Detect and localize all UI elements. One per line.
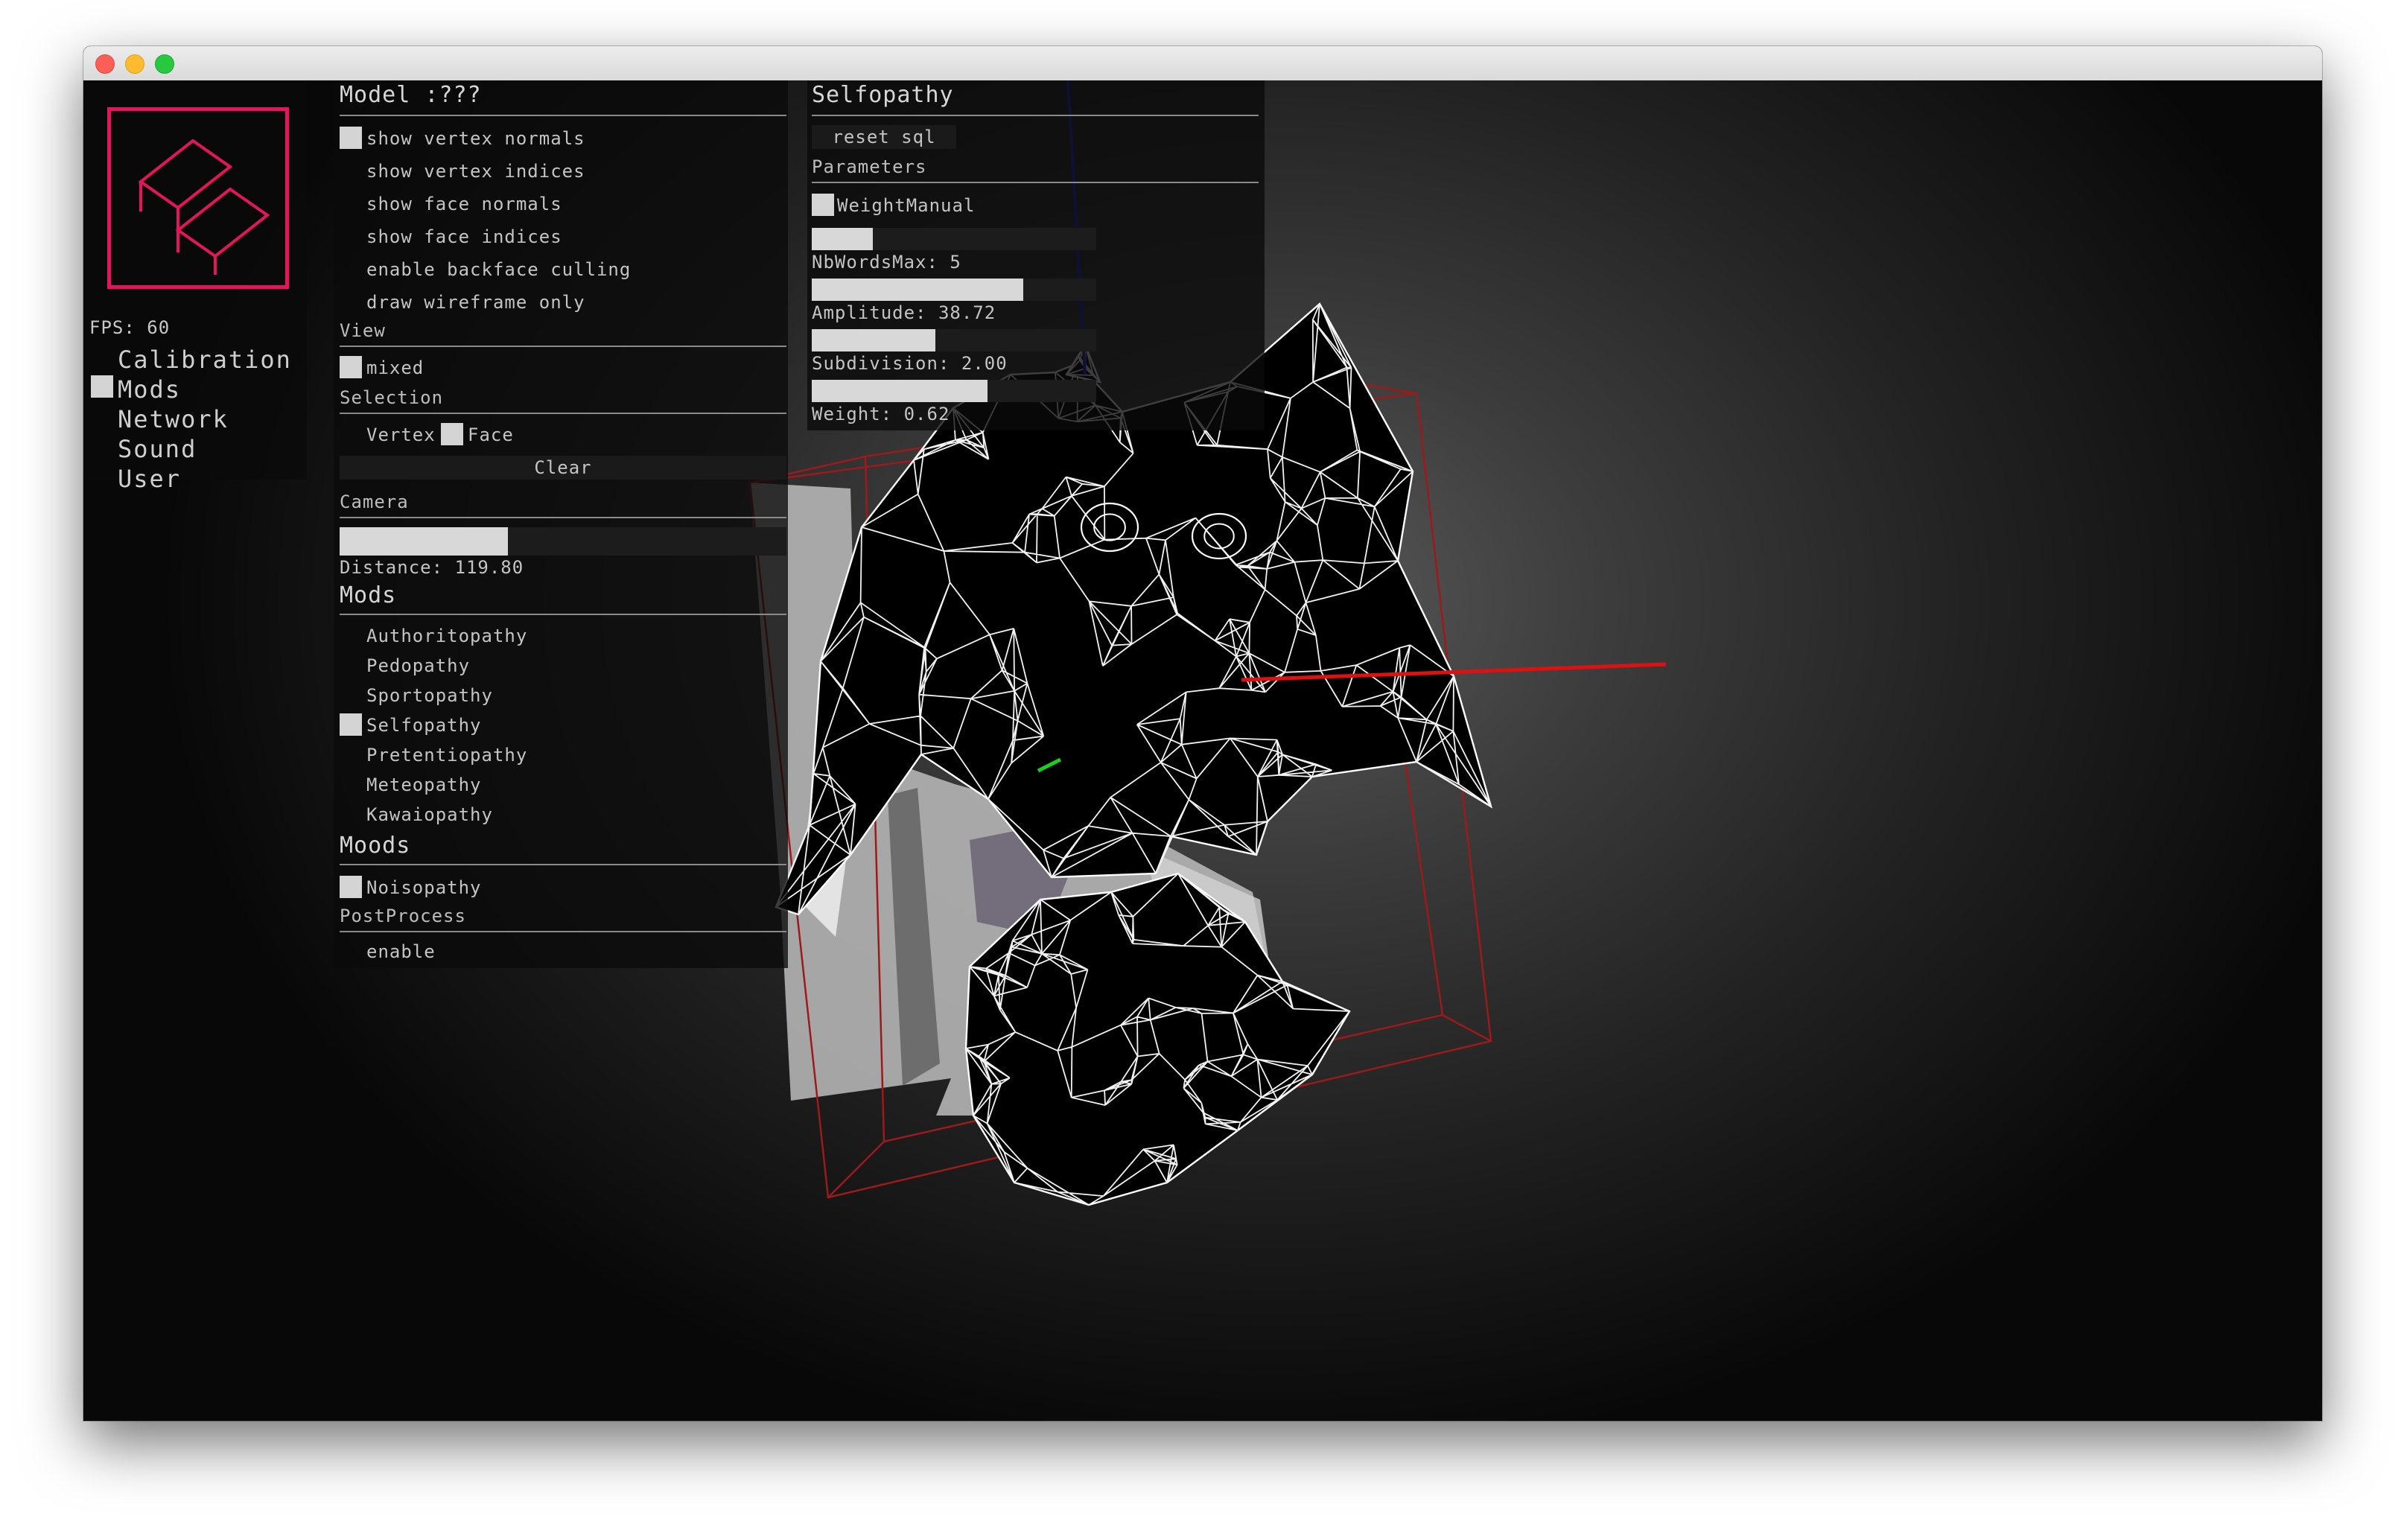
mod-pretentiopathy-toggle[interactable]: Pretentiopathy bbox=[366, 745, 527, 766]
show-vertex-normals-checkbox[interactable] bbox=[340, 127, 362, 149]
clear-selection-button[interactable]: Clear bbox=[340, 456, 786, 480]
mod-authoritopathy-toggle[interactable]: Authoritopathy bbox=[366, 626, 527, 646]
weightmanual-checkbox[interactable] bbox=[812, 194, 834, 216]
model-panel: Model :??? show vertex normals show vert… bbox=[334, 80, 788, 968]
minimize-button[interactable] bbox=[125, 54, 144, 74]
camera-section-label: Camera bbox=[340, 491, 409, 512]
weight-slider-fill[interactable] bbox=[812, 380, 988, 402]
show-vertex-normals-label[interactable]: show vertex normals bbox=[366, 128, 585, 149]
nav-selected-indicator bbox=[91, 375, 113, 398]
mods-section-title: Mods bbox=[340, 582, 397, 608]
mixed-label[interactable]: mixed bbox=[366, 357, 424, 378]
show-face-normals-toggle[interactable]: show face normals bbox=[366, 194, 562, 214]
fps-counter: FPS: 60 bbox=[89, 317, 171, 338]
app-logo bbox=[107, 107, 289, 289]
divider bbox=[340, 115, 786, 116]
amplitude-slider-fill[interactable] bbox=[812, 279, 1023, 301]
nbwords-slider-fill[interactable] bbox=[812, 228, 873, 250]
mod-sportopathy-toggle[interactable]: Sportopathy bbox=[366, 685, 493, 706]
subdivision-slider-fill[interactable] bbox=[812, 329, 935, 351]
selfopathy-panel-title: Selfopathy bbox=[812, 82, 954, 108]
postprocess-section-label: PostProcess bbox=[340, 906, 466, 926]
3d-viewport[interactable]: FPS: 60 Calibration Mods Network Sound U… bbox=[83, 80, 2322, 1421]
reset-sql-button[interactable]: reset sql bbox=[812, 125, 956, 149]
divider bbox=[340, 931, 786, 932]
divider bbox=[340, 413, 786, 414]
logo-icon bbox=[138, 139, 270, 275]
enable-backface-culling-toggle[interactable]: enable backface culling bbox=[366, 259, 631, 280]
amplitude-value: Amplitude: 38.72 bbox=[812, 302, 996, 323]
zoom-button[interactable] bbox=[155, 54, 174, 74]
show-face-indices-toggle[interactable]: show face indices bbox=[366, 226, 562, 247]
weight-value: Weight: 0.62 bbox=[812, 404, 950, 424]
selection-section-label: Selection bbox=[340, 387, 444, 408]
nav-item-calibration[interactable]: Calibration bbox=[118, 346, 292, 374]
mixed-checkbox[interactable] bbox=[340, 356, 362, 378]
divider bbox=[340, 346, 786, 347]
app-window: FPS: 60 Calibration Mods Network Sound U… bbox=[83, 46, 2322, 1421]
divider bbox=[340, 864, 786, 865]
model-panel-title: Model :??? bbox=[340, 82, 482, 108]
mod-kawaiopathy-toggle[interactable]: Kawaiopathy bbox=[366, 804, 493, 825]
postprocess-enable-toggle[interactable]: enable bbox=[366, 941, 436, 962]
title-bar[interactable] bbox=[83, 46, 2322, 81]
face-label[interactable]: Face bbox=[468, 424, 514, 445]
distance-value: Distance: 119.80 bbox=[340, 557, 524, 578]
divider bbox=[340, 517, 786, 518]
nbwords-value: NbWordsMax: 5 bbox=[812, 252, 961, 273]
subdivision-value: Subdivision: 2.00 bbox=[812, 353, 1008, 374]
divider bbox=[340, 614, 786, 615]
mod-selfopathy-label[interactable]: Selfopathy bbox=[366, 715, 482, 736]
mod-meteopathy-toggle[interactable]: Meteopathy bbox=[366, 774, 482, 795]
selfopathy-panel: Selfopathy reset sql Parameters WeightMa… bbox=[807, 80, 1265, 430]
view-section-label: View bbox=[340, 320, 386, 341]
divider bbox=[812, 182, 1259, 183]
sidebar: FPS: 60 Calibration Mods Network Sound U… bbox=[83, 80, 307, 493]
distance-slider-fill[interactable] bbox=[340, 527, 508, 556]
weightmanual-label[interactable]: WeightManual bbox=[837, 195, 975, 216]
face-checkbox[interactable] bbox=[441, 423, 463, 445]
mod-selfopathy-checkbox[interactable] bbox=[340, 713, 362, 736]
draw-wireframe-only-toggle[interactable]: draw wireframe only bbox=[366, 292, 585, 313]
parameters-section-label: Parameters bbox=[812, 156, 927, 177]
nav-item-network[interactable]: Network bbox=[118, 405, 229, 433]
divider bbox=[812, 115, 1259, 116]
nav-item-sound[interactable]: Sound bbox=[118, 435, 197, 463]
show-vertex-indices-toggle[interactable]: show vertex indices bbox=[366, 161, 585, 182]
noisopathy-checkbox[interactable] bbox=[340, 876, 362, 898]
close-button[interactable] bbox=[95, 54, 115, 74]
nav-item-mods[interactable]: Mods bbox=[118, 375, 181, 404]
mod-pedopathy-toggle[interactable]: Pedopathy bbox=[366, 655, 470, 676]
nav-item-user[interactable]: User bbox=[118, 465, 181, 493]
noisopathy-label[interactable]: Noisopathy bbox=[366, 877, 482, 898]
vertex-toggle[interactable]: Vertex bbox=[366, 424, 436, 445]
moods-section-title: Moods bbox=[340, 833, 411, 859]
